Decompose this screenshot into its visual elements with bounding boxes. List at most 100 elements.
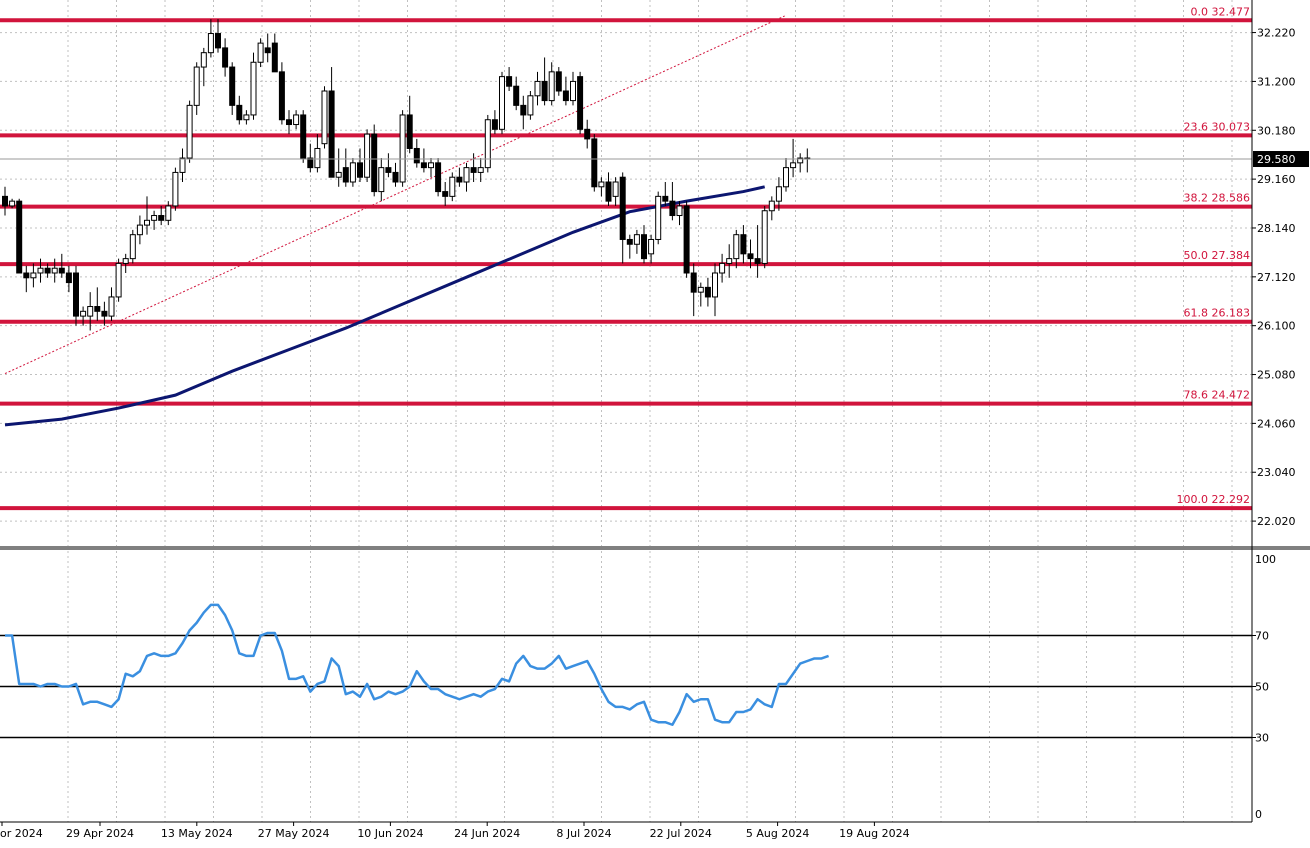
candlestick xyxy=(527,91,534,120)
candle-body-bullish xyxy=(186,104,193,159)
candle-body-bullish xyxy=(790,162,797,169)
candle-body-bearish xyxy=(641,234,647,260)
fib-level-label: 38.2 28.586 xyxy=(1184,192,1250,205)
date-label: 27 May 2024 xyxy=(258,827,330,840)
price-tick-label: 23.040 xyxy=(1257,466,1296,479)
price-tick-label: 25.080 xyxy=(1257,369,1296,382)
price-tick-label: 27.120 xyxy=(1257,271,1296,284)
candle-body-bearish xyxy=(16,200,23,274)
candle-body-bullish xyxy=(257,42,264,63)
candle-body-bearish xyxy=(456,176,463,183)
candle-body-bearish xyxy=(435,162,442,193)
candle-body-bearish xyxy=(683,205,690,274)
candlestick xyxy=(371,124,378,197)
candle-body-bullish xyxy=(697,286,704,293)
candle-body-bullish xyxy=(633,234,640,245)
date-label: 10 Jun 2024 xyxy=(357,827,423,840)
candlestick xyxy=(435,158,442,197)
oscillator-tick-label: 0 xyxy=(1255,808,1262,821)
candle-body-bearish xyxy=(541,80,548,102)
candle-body-bullish xyxy=(87,306,94,317)
candle-body-bullish xyxy=(598,181,605,188)
candle-body-bullish xyxy=(612,181,619,197)
candle-body-bearish xyxy=(470,167,477,173)
price-tick-label: 31.200 xyxy=(1257,75,1296,88)
date-label: 24 Jun 2024 xyxy=(454,827,520,840)
date-label: 5 Aug 2024 xyxy=(746,827,809,840)
candle-body-bearish xyxy=(271,42,278,73)
candle-body-bearish xyxy=(392,171,399,183)
date-label: 8 Jul 2024 xyxy=(556,827,611,840)
candlestick xyxy=(349,158,356,187)
candle-body-bearish xyxy=(278,71,285,121)
candle-body-bearish xyxy=(413,147,420,164)
candle-body-bullish xyxy=(527,95,534,116)
fib-level-label: 100.0 22.292 xyxy=(1177,493,1250,506)
candle-body-bullish xyxy=(115,262,122,298)
fib-level-label: 61.8 26.183 xyxy=(1184,307,1250,320)
candlestick xyxy=(761,205,768,269)
candle-body-bullish xyxy=(172,171,179,207)
candle-body-bearish xyxy=(385,167,392,173)
candle-body-bullish xyxy=(364,133,371,178)
candlestick xyxy=(16,198,23,274)
candle-body-bearish xyxy=(158,215,165,221)
price-tick-label: 22.020 xyxy=(1257,515,1296,528)
candle-body-bullish xyxy=(477,167,484,173)
candle-body-bearish xyxy=(328,90,335,178)
candle-body-bearish xyxy=(222,47,229,68)
candle-body-bearish xyxy=(420,162,427,169)
candle-body-bullish xyxy=(463,167,470,183)
candle-body-bearish xyxy=(300,114,307,159)
candle-body-bearish xyxy=(342,167,349,183)
candle-body-bullish xyxy=(136,224,143,236)
candle-body-bearish xyxy=(23,272,30,279)
candle-body-bearish xyxy=(357,162,363,178)
candle-body-bearish xyxy=(555,71,562,92)
candle-body-bullish xyxy=(193,66,200,106)
candle-body-bearish xyxy=(94,306,101,312)
candle-body-bearish xyxy=(65,272,72,284)
candle-body-bullish xyxy=(349,162,356,183)
candle-body-bearish xyxy=(520,104,527,116)
oscillator-level-label: 30 xyxy=(1255,732,1269,745)
candlestick xyxy=(577,71,584,135)
candle-body-bearish xyxy=(662,195,669,202)
candle-body-bullish xyxy=(250,61,257,116)
candlestick xyxy=(449,172,456,202)
chart-root: 0.0 32.477 23.6 30.073 38.2 28.586 50.0 27.… xyxy=(0,0,1310,848)
candle-body-bullish xyxy=(129,234,136,260)
candlestick xyxy=(257,38,264,68)
candle-body-bearish xyxy=(2,195,8,207)
candle-body-bullish xyxy=(768,200,775,212)
price-tick-label: 30.180 xyxy=(1257,124,1296,137)
oscillator-tick-label: 100 xyxy=(1255,553,1276,566)
candle-body-bearish xyxy=(58,267,65,274)
current-price-label: 29.580 xyxy=(1257,153,1296,166)
candle-body-bullish xyxy=(733,234,740,260)
candle-body-bullish xyxy=(200,52,207,68)
candle-body-bullish xyxy=(314,147,321,169)
candle-body-bearish xyxy=(491,119,498,130)
candle-body-bullish xyxy=(783,167,789,188)
candle-body-bearish xyxy=(669,200,676,217)
fib-level-label: 78.6 24.472 xyxy=(1184,389,1250,402)
candle-body-bullish xyxy=(335,171,342,178)
candlestick xyxy=(399,110,406,187)
candle-body-bullish xyxy=(484,119,491,169)
candle-body-bullish xyxy=(548,71,555,102)
candle-body-bullish xyxy=(207,33,214,54)
candle-body-bearish xyxy=(619,176,626,240)
candle-body-bullish xyxy=(293,114,300,126)
candlestick xyxy=(499,71,505,135)
candle-body-bullish xyxy=(243,114,250,121)
candle-body-bearish xyxy=(513,85,520,106)
candle-body-bearish xyxy=(704,286,711,298)
candlestick xyxy=(591,134,598,192)
candle-body-bearish xyxy=(506,76,513,87)
fib-level-label: 50.0 27.384 xyxy=(1184,249,1250,262)
candle-body-bearish xyxy=(605,181,612,202)
candle-body-bearish xyxy=(747,253,754,260)
candle-body-bullish xyxy=(676,205,683,217)
candlestick xyxy=(683,201,690,278)
